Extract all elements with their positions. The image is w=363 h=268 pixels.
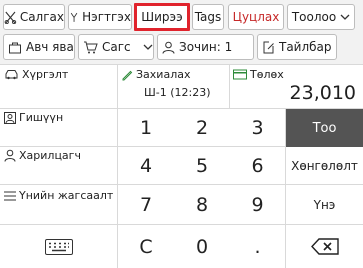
- tags-button[interactable]: Tags: [192, 4, 224, 30]
- guest-label: Зочин: 1: [179, 40, 233, 54]
- bag-icon: [9, 42, 21, 53]
- key-4[interactable]: 4: [118, 147, 174, 185]
- quantity-mode-button[interactable]: Тоо: [286, 109, 363, 147]
- customer-label: Харилцагч: [19, 149, 81, 162]
- count-label: Тоолоо: [291, 10, 337, 24]
- table-button[interactable]: Ширээ: [134, 3, 190, 31]
- cancel-button[interactable]: Цуцлах: [228, 4, 284, 30]
- key-clear[interactable]: C: [118, 225, 174, 268]
- split-label: Салгах: [19, 10, 64, 24]
- list-icon: [4, 191, 16, 200]
- customer-cell[interactable]: Харилцагч: [4, 149, 81, 162]
- tags-label: Tags: [194, 10, 222, 24]
- pay-label: Төлөх: [250, 68, 284, 81]
- takeaway-label: Авч явах: [26, 40, 74, 54]
- person-icon: [4, 149, 16, 162]
- key-decimal[interactable]: .: [230, 225, 285, 268]
- delivery-cell[interactable]: Хүргэлт: [4, 68, 68, 81]
- keyboard-button[interactable]: [0, 225, 117, 268]
- key-1[interactable]: 1: [118, 109, 174, 147]
- pricelist-cell[interactable]: Үнийн жагсаалт: [4, 189, 113, 202]
- merge-icon: [70, 12, 78, 22]
- member-cell[interactable]: Гишүүн: [4, 111, 63, 124]
- backspace-icon: [310, 238, 339, 255]
- note-button[interactable]: Тайлбар: [257, 34, 337, 60]
- shift-text: Ш-1 (12:23): [144, 86, 211, 99]
- backspace-button[interactable]: [286, 225, 363, 268]
- key-7[interactable]: 7: [118, 185, 174, 225]
- key-9[interactable]: 9: [230, 185, 285, 225]
- member-label: Гишүүн: [19, 111, 64, 124]
- cart-label: Сагс: [102, 40, 131, 54]
- person-icon: [162, 41, 175, 54]
- member-icon: [4, 111, 16, 124]
- pay-cell[interactable]: Төлөх: [233, 68, 284, 81]
- pencil-icon: [122, 70, 133, 80]
- key-8[interactable]: 8: [174, 185, 230, 225]
- total-amount: 23,010: [289, 82, 356, 104]
- cancel-label: Цуцлах: [232, 10, 280, 24]
- car-icon: [5, 70, 18, 80]
- cart-icon: [84, 41, 98, 53]
- delivery-label: Хүргэлт: [22, 68, 69, 81]
- key-0[interactable]: 0: [174, 225, 230, 268]
- key-5[interactable]: 5: [174, 147, 230, 185]
- chevron-down-icon: [143, 44, 153, 50]
- chevron-down-icon: [340, 14, 350, 20]
- key-2[interactable]: 2: [174, 109, 230, 147]
- merge-label: Нэгтгэх: [82, 10, 131, 24]
- key-6[interactable]: 6: [230, 147, 285, 185]
- key-3[interactable]: 3: [230, 109, 285, 147]
- takeaway-button[interactable]: Авч явах: [3, 34, 75, 60]
- keyboard-icon: [44, 238, 73, 255]
- order-label: Захиалах: [136, 68, 191, 81]
- discount-mode-button[interactable]: Хөнгөлөлт: [286, 147, 363, 185]
- price-mode-button[interactable]: Үнэ: [286, 185, 363, 225]
- note-icon: [263, 41, 274, 53]
- count-button[interactable]: Тоолоо: [287, 4, 355, 30]
- guest-button[interactable]: Зочин: 1: [157, 34, 254, 60]
- order-cell[interactable]: Захиалах: [121, 68, 190, 81]
- pricelist-label: Үнийн жагсаалт: [19, 189, 114, 202]
- scissors-icon: [4, 11, 17, 24]
- cart-button[interactable]: Сагс: [78, 34, 154, 60]
- merge-button[interactable]: Нэгтгэх: [68, 4, 132, 30]
- money-icon: [233, 69, 247, 80]
- note-label: Тайлбар: [279, 40, 332, 54]
- table-label: Ширээ: [141, 10, 183, 24]
- split-button[interactable]: Салгах: [3, 4, 65, 30]
